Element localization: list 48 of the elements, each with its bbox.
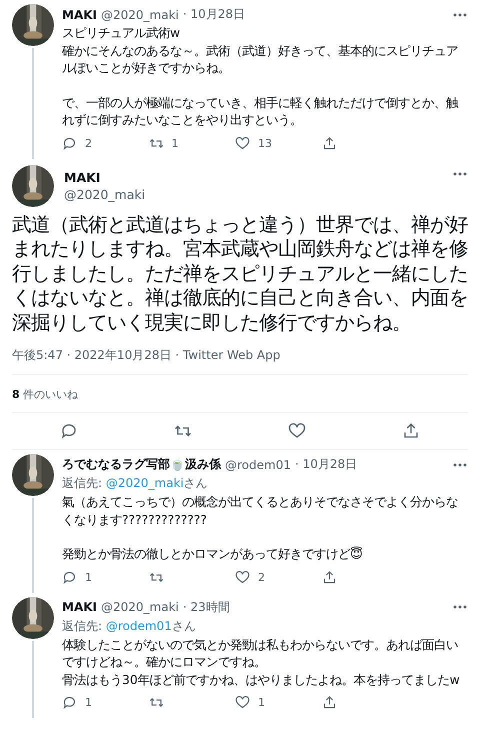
user-name[interactable]: ろでむなるラグ写部🍵汲み係	[62, 456, 221, 473]
share-icon[interactable]	[402, 422, 420, 440]
tweet-text: 骨法はもう30年ほど前ですかね、はやりましたよね。本を持ってましたw	[62, 672, 461, 688]
heart-icon[interactable]	[235, 136, 250, 150]
more-icon[interactable]	[452, 170, 468, 176]
reply-icon[interactable]	[62, 136, 77, 150]
action-count: 1	[85, 570, 92, 584]
user-name[interactable]: MAKI	[62, 8, 97, 22]
more-icon[interactable]	[452, 604, 468, 610]
retweet-icon[interactable]	[148, 695, 164, 710]
user-name[interactable]: MAKI	[64, 170, 146, 184]
tweet-text: 発勁とか骨法の徹しとかロマンがあって好きですけど😇	[62, 546, 364, 563]
action-count: 13	[258, 136, 272, 150]
tweet-time[interactable]: · 10月28日	[294, 456, 358, 473]
more-icon[interactable]	[452, 462, 468, 468]
heart-icon[interactable]	[235, 695, 250, 710]
user-handle[interactable]: @2020_maki	[101, 600, 179, 614]
more-icon[interactable]	[452, 12, 468, 18]
reply-icon[interactable]	[60, 422, 78, 440]
user-handle[interactable]: @2020_maki	[101, 8, 179, 22]
tweet-time[interactable]: · 23時間	[182, 598, 230, 616]
action-count: 1	[85, 696, 92, 709]
share-icon[interactable]	[322, 136, 336, 150]
action-count: 1	[172, 136, 178, 150]
tweet-text: スピリチュアル武術w	[62, 25, 182, 42]
heart-icon[interactable]	[288, 422, 306, 440]
likes-label[interactable]: 件のいいね	[23, 388, 78, 401]
reply-to-text: 返信先: @rodem01 さん	[62, 618, 197, 634]
action-count: 2	[85, 136, 92, 150]
user-handle[interactable]: @2020_maki	[64, 186, 146, 202]
share-icon[interactable]	[322, 695, 336, 710]
action-count: 2	[258, 570, 265, 584]
tweet-text: 確かにそんなのあるな～。武術（武道）好きって、基本的にスピリチュアルぽいことが好きですからね。	[62, 42, 459, 77]
reply-icon[interactable]	[62, 570, 77, 584]
reply-icon[interactable]	[62, 695, 77, 710]
user-name[interactable]: MAKI	[62, 600, 97, 614]
share-icon[interactable]	[322, 570, 336, 584]
tweet-text: で、一部の人が極端になっていき、相手に軽く触れただけで倒すとか、触れずに倒すみたいなことをやり出すという。	[62, 94, 460, 129]
tweet-text: 武道（武術と武道はちょっと違う）世界では、禅が好まれたりしますね。宮本武蔵や山岡鉄舟などは禅を修行しましたし。ただ禅をスピリチュアルと一緒にしたくはないなと。禅は徹底的に自己と向き合い、内面を深掘りしていく現実に即した修行ですからね。	[12, 212, 468, 335]
tweet-text: 体験したことがないので気とか発勁は私もわからないです。あれば面白いですけどね～。確かにロマンですね。	[62, 636, 459, 671]
tweet-text: 氣（あえてこっちで）の概念が出てくるとありそでなさそでよく分からなくなります?????????????	[62, 494, 459, 528]
reply-to-text: 返信先: @2020_makiさん	[62, 475, 209, 492]
action-count: 1	[258, 696, 265, 709]
tweet-time[interactable]: · 10月28日	[182, 6, 246, 23]
heart-icon[interactable]	[235, 570, 250, 584]
like-count[interactable]: 8	[12, 388, 20, 401]
user-handle[interactable]: @rodem01	[225, 458, 291, 472]
tweet-meta: 午後5:47 · 2022年10月28日 · Twitter Web App	[12, 347, 282, 364]
